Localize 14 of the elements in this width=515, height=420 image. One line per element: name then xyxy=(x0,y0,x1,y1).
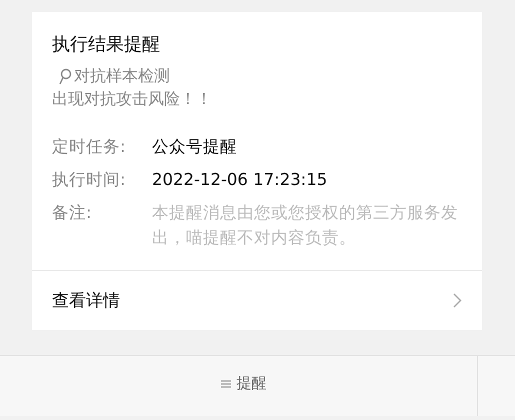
field-value: 公众号提醒 xyxy=(152,136,238,158)
field-label: 备注: xyxy=(52,202,93,224)
card-title: 执行结果提醒 xyxy=(52,33,161,56)
field-value: 本提醒消息由您或您授权的第三方服务发出，喵提醒不对内容负责。 xyxy=(152,202,459,249)
magnifier-icon xyxy=(58,68,72,85)
field-label: 定时任务: xyxy=(52,136,127,158)
subtitle: 对抗样本检测 xyxy=(74,66,170,87)
alert-message: 出现对抗攻击风险！！ xyxy=(52,89,213,110)
details-link[interactable]: 查看详情 xyxy=(32,270,482,330)
menu-icon xyxy=(220,378,230,388)
field-value: 2022-12-06 17:23:15 xyxy=(152,169,328,191)
field-label: 执行时间: xyxy=(52,169,127,191)
chevron-icon xyxy=(453,293,462,308)
menu-item[interactable]: 提醒 xyxy=(210,374,266,393)
